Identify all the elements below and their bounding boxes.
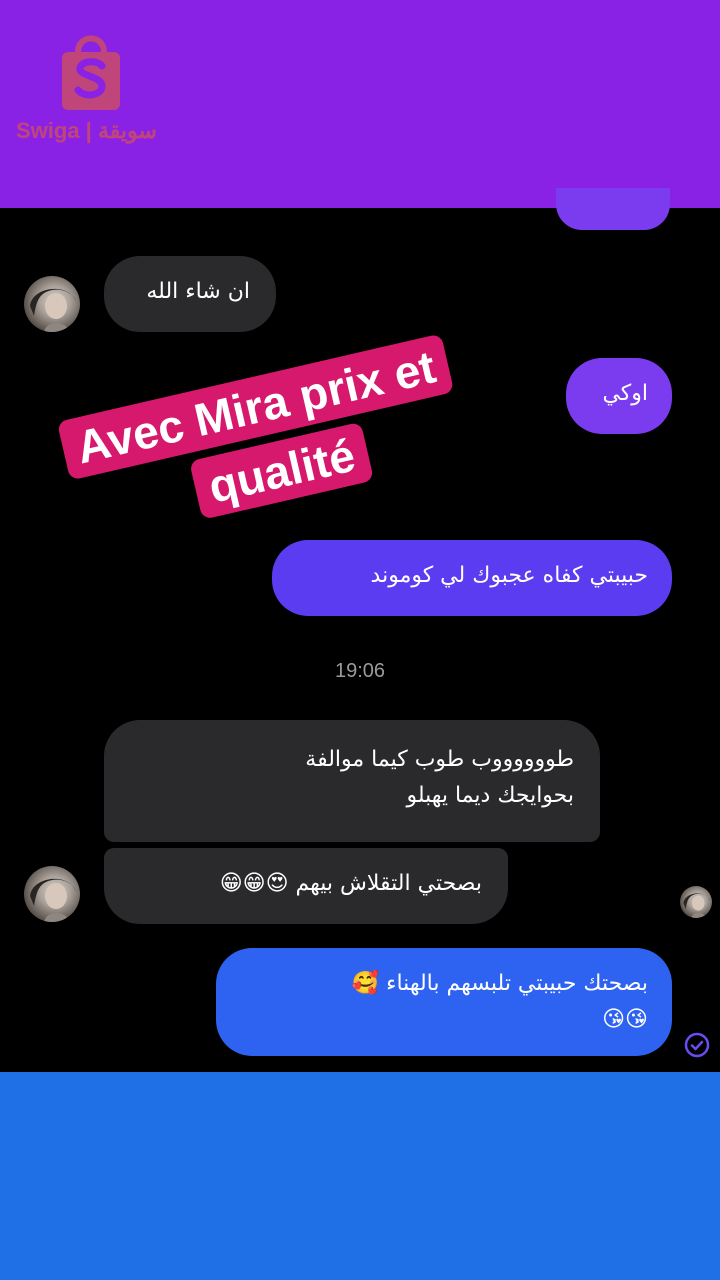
contact-avatar[interactable]	[24, 866, 80, 922]
message-text-line: بحوايجك ديما يهبلو	[406, 783, 574, 808]
swiga-logo: Swiga | سويقة	[14, 26, 174, 146]
contact-avatar[interactable]	[24, 276, 80, 332]
logo-text: Swiga | سويقة	[16, 118, 157, 143]
check-circle-icon	[684, 1032, 710, 1058]
avatar-photo-icon	[683, 893, 710, 918]
message-text: حبيبتي كفاه عجبوك لي كوموند	[370, 563, 648, 588]
message-text-line: طووووووب طوب كيما موالفة	[305, 747, 574, 772]
shopping-bag-icon	[62, 35, 120, 110]
bottom-banner	[0, 1072, 720, 1280]
message-text: بصحتي التقلاش بيهم 😍😁😁	[219, 871, 482, 896]
avatar-photo-icon	[30, 288, 76, 332]
message-timestamp: 19:06	[334, 660, 386, 682]
message-bubble-sent[interactable]: بصحتك حبيبتي تلبسهم بالهناء 🥰 😘😘	[216, 948, 672, 1056]
message-text-line: 😘😘	[602, 1007, 648, 1032]
avatar-photo-icon	[30, 878, 76, 922]
message-bubble-received[interactable]: طووووووب طوب كيما موالفة بحوايجك ديما يه…	[104, 720, 600, 842]
message-bubble-sent[interactable]: اوكي	[566, 358, 672, 434]
screenshot-frame: Swiga | سويقة ان شاء الله اوكي حبيبتي كف…	[0, 0, 720, 1280]
message-text: ان شاء الله	[146, 279, 250, 304]
message-text-line: بصحتك حبيبتي تلبسهم بالهناء 🥰	[351, 971, 648, 996]
top-banner: Swiga | سويقة	[0, 0, 720, 208]
message-bubble-received[interactable]: بصحتي التقلاش بيهم 😍😁😁	[104, 848, 508, 924]
message-bubble-partial[interactable]	[556, 188, 670, 230]
message-text: اوكي	[602, 381, 648, 406]
read-receipt-avatar	[680, 886, 712, 918]
